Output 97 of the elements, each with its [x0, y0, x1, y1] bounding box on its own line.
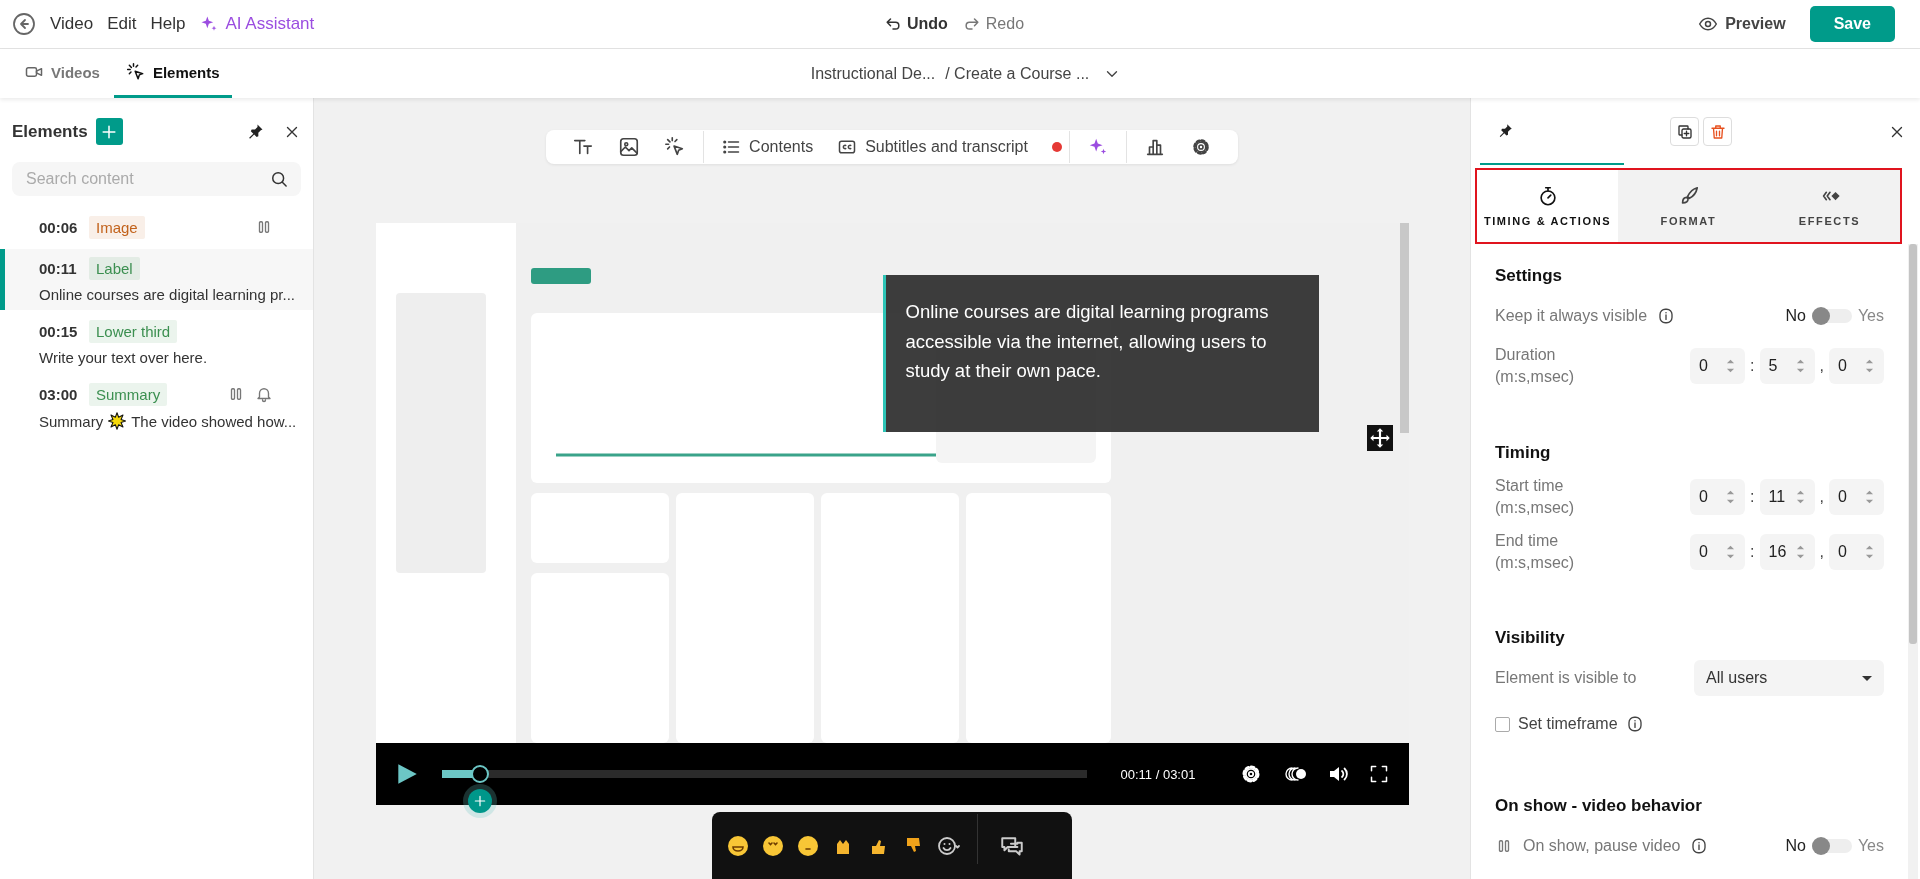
section-title: Timing [1495, 442, 1552, 463]
number-field[interactable]: 0 [1690, 348, 1746, 385]
tab[interactable]: EFFECTS [1759, 170, 1900, 242]
breadcrumb-item[interactable]: Instructional De... [810, 64, 936, 83]
panel-title: Elements [12, 121, 88, 142]
trash-icon [1708, 122, 1727, 141]
section-title: Settings [1495, 266, 1564, 286]
number-field[interactable]: 16 [1759, 533, 1815, 570]
toggle-label: Yes [1857, 307, 1884, 325]
element-text: The video showed how... [131, 412, 297, 430]
separator: , [1819, 542, 1824, 561]
back-icon[interactable] [12, 12, 36, 36]
number-field[interactable]: 0 [1690, 533, 1746, 570]
eye-icon [1698, 14, 1719, 34]
search-input[interactable]: Search content [24, 169, 269, 189]
number-field[interactable]: 0 [1690, 479, 1746, 516]
toggle-label: Yes [1857, 837, 1884, 856]
menu-item[interactable]: Edit [107, 14, 137, 34]
field-label: End time [1495, 530, 1559, 551]
label-overlay: Online courses are digital learning programs accessible via the internet, allowing users to study at their own pace. [882, 275, 1319, 432]
element-text: Write your text over here. [39, 349, 208, 366]
duplicate-icon [1675, 122, 1694, 141]
element-text: Online courses are digital learning pr... [39, 286, 295, 303]
select-field[interactable]: All users [1694, 660, 1884, 697]
toggle-switch[interactable] [1811, 309, 1852, 323]
field-hint: (m:s,msec) [1495, 367, 1575, 388]
emoji-icon[interactable] [726, 834, 750, 858]
scrollbar-thumb[interactable] [1909, 244, 1917, 644]
element-text: Summary [39, 412, 104, 430]
emoji-icon[interactable] [796, 834, 820, 858]
field-hint: (m:s,msec) [1495, 552, 1575, 573]
search-field[interactable]: Search content [12, 162, 301, 196]
number-field[interactable]: 0 [1829, 479, 1884, 516]
element-tag: Summary [89, 382, 168, 406]
tab[interactable]: FORMAT [1618, 170, 1759, 242]
element-tag: Lower third [89, 319, 178, 343]
separator: , [1819, 488, 1824, 507]
info-icon[interactable] [1657, 307, 1676, 325]
separator: : [1750, 357, 1755, 376]
element-time: 00:11 [39, 259, 78, 277]
field-label: Duration [1495, 345, 1556, 365]
element-time: 00:06 [39, 218, 79, 236]
menu-item[interactable]: Video [50, 14, 94, 34]
separator: , [1819, 357, 1824, 376]
field-label: Element is visible to [1495, 669, 1637, 688]
checkbox-label: Set timeframe [1518, 715, 1618, 734]
caret-icon [1862, 675, 1872, 681]
element-tag: Label [89, 256, 140, 280]
element-list-item[interactable]: 03:00 Summary Summary The video showed how... [0, 375, 313, 437]
element-list-item[interactable]: 00:11 Label Online courses are digital learning pr... [0, 249, 313, 310]
menu-item[interactable]: Help [150, 14, 186, 34]
element-list-item[interactable]: 00:06 Image [0, 208, 313, 247]
progress-handle[interactable] [471, 765, 490, 783]
toggle-switch[interactable] [1811, 839, 1852, 854]
add-button[interactable] [95, 118, 123, 145]
field-label: On show, pause video [1523, 837, 1681, 856]
toolbar-button[interactable]: Contents [711, 131, 824, 163]
element-list-item[interactable]: 00:15 Lower third Write your text over here. [0, 312, 313, 373]
move-handle-icon[interactable] [1366, 425, 1393, 451]
info-icon[interactable] [1690, 837, 1709, 856]
preview-button[interactable]: Preview [1698, 14, 1786, 34]
redo-button[interactable]: Redo [961, 14, 1025, 34]
duplicate-button[interactable] [1670, 117, 1699, 146]
add-element-button[interactable] [468, 789, 493, 813]
cursor-click-icon [125, 62, 146, 82]
checkbox[interactable] [1495, 716, 1510, 732]
number-field[interactable]: 0 [1829, 533, 1884, 570]
breadcrumb-item[interactable]: / Create a Course ... [945, 64, 1090, 83]
time-display: 00:11 / 03:01 [1120, 766, 1196, 782]
separator: : [1750, 542, 1755, 561]
element-time: 03:00 [39, 385, 79, 403]
ai-assistant-link[interactable]: AI Assistant [199, 14, 315, 34]
tab[interactable]: Videos [12, 49, 112, 98]
separator: : [1750, 488, 1755, 507]
fullscreen-icon[interactable] [1368, 764, 1389, 784]
field-label: Keep it always visible [1495, 307, 1648, 325]
toggle-label: No [1785, 307, 1806, 325]
number-field[interactable]: 11 [1759, 479, 1815, 516]
undo-button[interactable]: Undo [882, 14, 948, 34]
add-reaction-icon[interactable] [936, 834, 962, 858]
info-icon[interactable] [1625, 715, 1644, 734]
number-field[interactable]: 5 [1759, 348, 1815, 385]
element-time: 00:15 [39, 322, 79, 340]
element-tag: Image [89, 215, 145, 239]
starburst-icon [108, 412, 127, 430]
field-hint: (m:s,msec) [1495, 498, 1575, 519]
search-icon[interactable] [269, 169, 289, 189]
emoji-icon[interactable] [761, 834, 785, 858]
toggle-label: No [1785, 837, 1806, 856]
image-icon[interactable] [618, 136, 641, 158]
toolbar-button[interactable]: Subtitles and transcript [827, 131, 1038, 163]
section-title: Visibility [1495, 628, 1566, 649]
section-title: On show - video behavior [1495, 796, 1703, 817]
number-field[interactable]: 0 [1829, 348, 1884, 385]
delete-button[interactable] [1703, 117, 1732, 146]
field-label: Start time [1495, 475, 1564, 496]
captions-icon [837, 137, 858, 157]
